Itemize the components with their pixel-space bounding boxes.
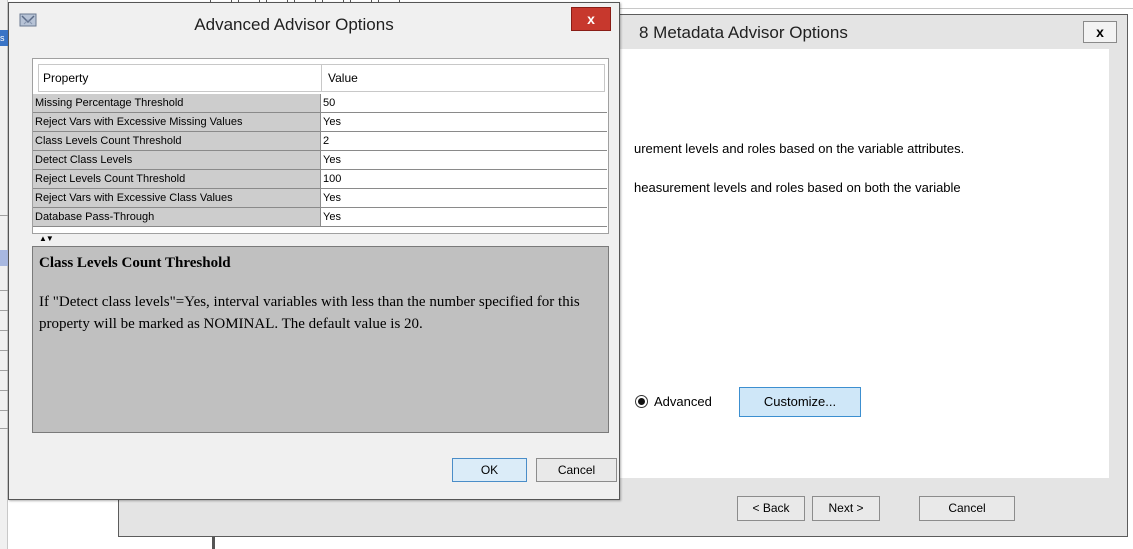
close-button[interactable]: x xyxy=(571,7,611,31)
advanced-radio-option[interactable]: Advanced xyxy=(635,394,712,409)
customize-button[interactable]: Customize... xyxy=(739,387,861,417)
table-row[interactable]: Detect Class Levels Yes xyxy=(33,151,607,170)
background-item-label: s xyxy=(0,33,5,43)
background-divider xyxy=(0,310,8,311)
background-divider xyxy=(0,410,8,411)
advanced-option-description: heasurement levels and roles based on bo… xyxy=(634,180,961,195)
property-name: Missing Percentage Threshold xyxy=(33,94,321,112)
property-name: Reject Levels Count Threshold xyxy=(33,170,321,188)
background-divider xyxy=(0,428,8,429)
description-text: If "Detect class levels"=Yes, interval v… xyxy=(39,294,580,332)
property-value[interactable]: Yes xyxy=(321,151,607,169)
table-row[interactable]: Reject Vars with Excessive Class Values … xyxy=(33,189,607,208)
table-row[interactable]: Reject Levels Count Threshold 100 xyxy=(33,170,607,189)
property-value[interactable]: Yes xyxy=(321,189,607,207)
window-title: 8 Metadata Advisor Options xyxy=(639,23,848,42)
property-value[interactable]: 50 xyxy=(321,94,607,112)
property-name: Reject Vars with Excessive Class Values xyxy=(33,189,321,207)
background-selected-item[interactable]: s xyxy=(0,30,8,46)
next-button[interactable]: Next > xyxy=(812,496,880,521)
close-button[interactable]: x xyxy=(1083,21,1117,43)
table-row[interactable]: Class Levels Count Threshold 2 xyxy=(33,132,607,151)
description-title: Class Levels Count Threshold xyxy=(39,255,231,271)
property-value[interactable]: Yes xyxy=(321,208,607,226)
advanced-advisor-dialog: Advanced Advisor Options x Property Valu… xyxy=(8,2,620,500)
background-divider xyxy=(0,350,8,351)
property-value[interactable]: 2 xyxy=(321,132,607,150)
background-left-panel xyxy=(0,0,8,549)
property-name: Database Pass-Through xyxy=(33,208,321,226)
property-name: Reject Vars with Excessive Missing Value… xyxy=(33,113,321,131)
splitter-arrows-icon[interactable]: ▲▼ xyxy=(39,235,54,243)
table-body: Missing Percentage Threshold 50 Reject V… xyxy=(33,94,607,227)
basic-option-description: urement levels and roles based on the va… xyxy=(634,141,965,156)
table-row[interactable]: Database Pass-Through Yes xyxy=(33,208,607,227)
background-divider xyxy=(0,390,8,391)
radio-label: Advanced xyxy=(654,394,712,409)
background-highlight-row xyxy=(0,250,8,266)
radio-selected-dot xyxy=(638,398,645,405)
table-row[interactable]: Missing Percentage Threshold 50 xyxy=(33,94,607,113)
background-divider xyxy=(0,215,8,216)
back-button[interactable]: < Back xyxy=(737,496,805,521)
column-header-property[interactable]: Property xyxy=(39,65,322,91)
cancel-button[interactable]: Cancel xyxy=(919,496,1015,521)
background-divider xyxy=(0,370,8,371)
table-header: Property Value xyxy=(38,64,605,92)
dialog-titlebar: Advanced Advisor Options x xyxy=(9,3,619,53)
background-divider xyxy=(0,290,8,291)
property-value[interactable]: Yes xyxy=(321,113,607,131)
property-name: Detect Class Levels xyxy=(33,151,321,169)
property-description-panel: Class Levels Count Threshold If "Detect … xyxy=(32,246,609,433)
table-row[interactable]: Reject Vars with Excessive Missing Value… xyxy=(33,113,607,132)
cancel-button[interactable]: Cancel xyxy=(536,458,617,482)
ok-button[interactable]: OK xyxy=(452,458,527,482)
column-header-value[interactable]: Value xyxy=(322,65,604,91)
background-divider xyxy=(0,330,8,331)
dialog-title: Advanced Advisor Options xyxy=(194,15,394,34)
radio-button[interactable] xyxy=(635,395,648,408)
property-table: Property Value Missing Percentage Thresh… xyxy=(32,58,609,234)
property-name: Class Levels Count Threshold xyxy=(33,132,321,150)
property-value[interactable]: 100 xyxy=(321,170,607,188)
